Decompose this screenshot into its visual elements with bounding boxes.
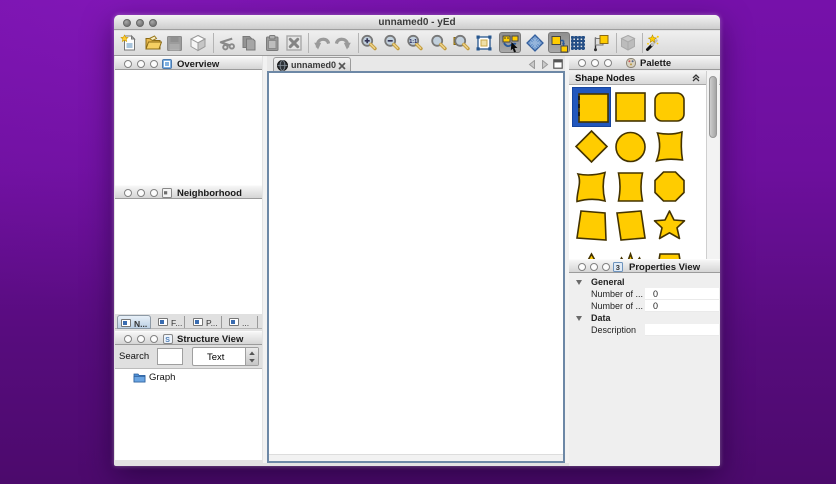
svg-text:1:1: 1:1: [409, 39, 417, 45]
svg-text:S: S: [165, 337, 170, 344]
svg-text:3: 3: [616, 263, 620, 272]
